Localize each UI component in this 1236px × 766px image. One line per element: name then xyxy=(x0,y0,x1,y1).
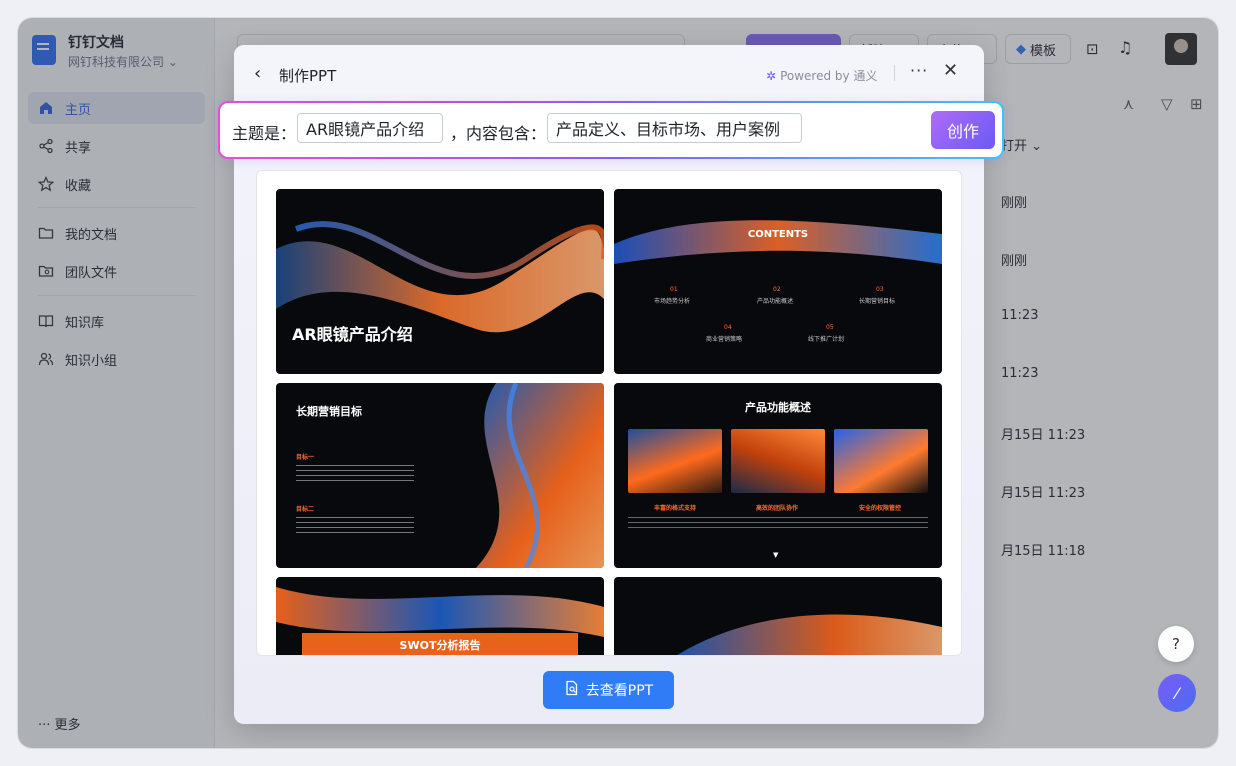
slide-thumbnail-6[interactable] xyxy=(614,577,942,655)
ai-assistant-icon[interactable]: ⁄ xyxy=(1158,674,1196,712)
placeholder-text-lines xyxy=(628,517,928,531)
slide-subheading: 目标二 xyxy=(296,506,315,513)
dialog-title: 制作PPT xyxy=(279,67,337,85)
content-label: ，内容包含： xyxy=(450,124,547,143)
slide-title: 长期营销目标 xyxy=(296,405,362,418)
slide-image xyxy=(628,429,722,493)
slide-thumbnail-5[interactable]: SWOT分析报告 xyxy=(276,577,604,655)
slide-title: 产品功能概述 xyxy=(745,401,811,414)
help-icon[interactable]: ? xyxy=(1158,626,1194,662)
feature-heading: 丰富的格式支持 xyxy=(654,505,697,512)
ppt-prompt-bar: 主题是： AR眼镜产品介绍 ，内容包含： 产品定义、目标市场、用户案例 创作 xyxy=(218,101,1004,159)
powered-by: ✲ Powered by 通义 xyxy=(766,67,877,84)
slide-image xyxy=(731,429,825,493)
document-search-icon xyxy=(564,680,580,700)
slide-image xyxy=(834,429,928,493)
close-icon[interactable]: ✕ xyxy=(943,60,958,81)
placeholder-text-lines xyxy=(296,517,414,535)
slide-thumbnail-1[interactable]: AR眼镜产品介绍 xyxy=(276,189,604,374)
more-options-icon[interactable]: ··· xyxy=(910,61,928,80)
feature-heading: 安全的权限管控 xyxy=(859,505,902,512)
toc-number: 05 xyxy=(826,324,834,331)
back-icon[interactable]: ‹ xyxy=(254,63,261,84)
toc-number: 03 xyxy=(876,286,884,293)
content-input[interactable]: 产品定义、目标市场、用户案例 xyxy=(547,113,802,143)
slide-title: SWOT分析报告 xyxy=(399,639,481,652)
ppt-preview-gallery[interactable]: AR眼镜产品介绍 CONTENTS 01 市场趋势分析 02 产品功能概述 03… xyxy=(256,170,962,656)
tongyi-logo-icon: ✲ xyxy=(766,68,777,83)
powered-by-label: Powered by 通义 xyxy=(780,69,878,83)
app-window: 钉钉文档 网钉科技有限公司 ⌄ 主页 共享 收藏 我的文档 团队文件 知识库 知… xyxy=(18,18,1218,748)
topic-label: 主题是： xyxy=(232,124,297,143)
toc-number: 04 xyxy=(724,324,732,331)
create-button[interactable]: 创作 xyxy=(931,111,995,149)
slide-title: AR眼镜产品介绍 xyxy=(292,325,413,344)
toc-label: 市场趋势分析 xyxy=(654,298,691,305)
topic-input[interactable]: AR眼镜产品介绍 xyxy=(297,113,443,143)
toc-number: 02 xyxy=(773,286,781,293)
view-ppt-label: 去查看PPT xyxy=(585,683,654,699)
slide-thumbnail-3[interactable]: 长期营销目标 目标一 目标二 xyxy=(276,383,604,568)
toc-label: 长期营销目标 xyxy=(859,298,896,305)
view-ppt-button[interactable]: 去查看PPT xyxy=(543,671,674,709)
slide-thumbnail-2[interactable]: CONTENTS 01 市场趋势分析 02 产品功能概述 03 长期营销目标 0… xyxy=(614,189,942,374)
slide-subheading: 目标一 xyxy=(296,454,315,461)
feature-heading: 高效的团队协作 xyxy=(756,505,799,512)
slide-title: CONTENTS xyxy=(747,229,809,240)
divider xyxy=(894,65,895,81)
toc-label: 商业营销策略 xyxy=(706,336,743,343)
toc-label: 线下推广计划 xyxy=(808,336,845,343)
caret-down-icon: ▼ xyxy=(773,551,779,559)
slide-thumbnail-4[interactable]: 产品功能概述 丰富的格式支持 高效的团队协作 安全的权限管控 ▼ xyxy=(614,383,942,568)
toc-number: 01 xyxy=(670,286,678,293)
toc-label: 产品功能概述 xyxy=(757,298,794,305)
placeholder-text-lines xyxy=(296,465,414,483)
